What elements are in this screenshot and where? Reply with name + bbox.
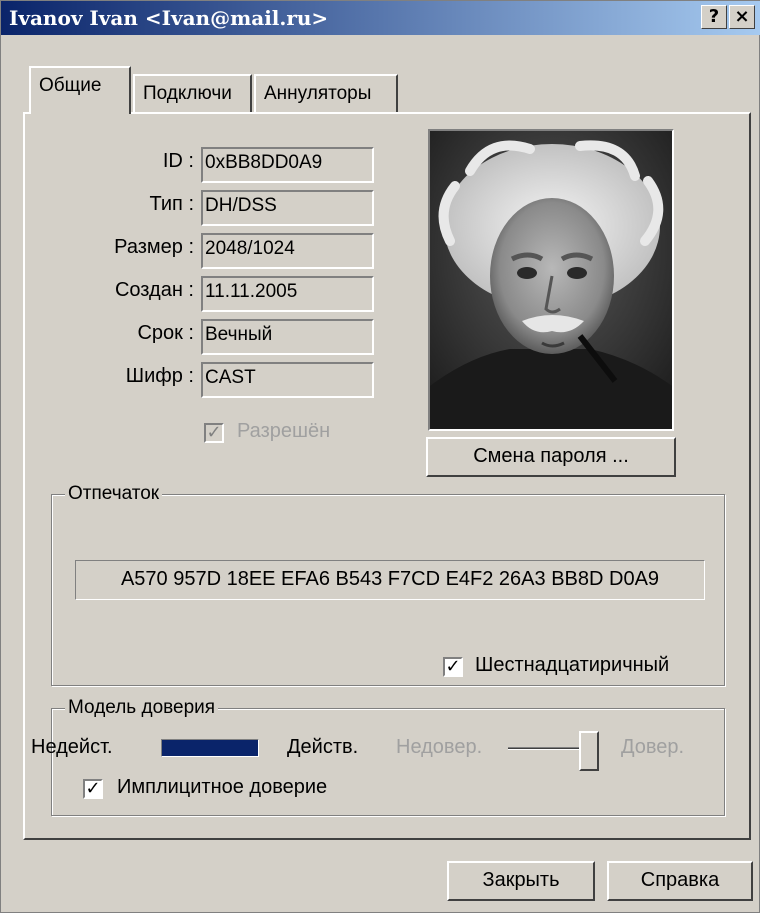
tab-general[interactable]: Общие <box>29 66 131 114</box>
type-label: Тип : <box>149 193 194 215</box>
enabled-checkbox[interactable]: ✓ <box>204 423 224 443</box>
tab-revokers[interactable]: Аннуляторы <box>254 74 398 112</box>
id-field: 0xBB8DD0A9 <box>201 147 374 183</box>
tab-subkeys[interactable]: Подключи <box>133 74 252 112</box>
close-title-button[interactable]: × <box>729 5 755 29</box>
tab-label: Аннуляторы <box>264 83 372 104</box>
id-label: ID : <box>162 150 194 172</box>
help-title-button[interactable]: ? <box>701 5 727 29</box>
implicit-trust-label: Имплицитное доверие <box>117 776 328 798</box>
fingerprint-field: A570 957D 18EE EFA6 B543 F7CD E4F2 26A3 … <box>75 560 705 600</box>
key-photo[interactable] <box>428 129 674 431</box>
enabled-label: Разрешён <box>237 420 331 442</box>
trust-group <box>51 708 725 816</box>
validity-bar-fill <box>162 740 258 756</box>
close-button[interactable]: Закрыть <box>447 861 595 901</box>
trust-slider-thumb[interactable] <box>579 731 599 771</box>
help-button[interactable]: Справка <box>607 861 753 901</box>
created-label: Создан : <box>114 279 194 301</box>
trusted-label: Довер. <box>621 736 685 758</box>
tab-label: Общие <box>39 75 102 96</box>
key-properties-dialog: Ivanov Ivan <Ivan@mail.ru> ? × Общие Под… <box>0 0 760 913</box>
hex-label: Шестнадцатиричный <box>475 654 670 676</box>
title-bar[interactable]: Ivanov Ivan <Ivan@mail.ru> ? × <box>1 1 760 35</box>
trust-group-label: Модель доверия <box>65 697 219 719</box>
tab-label: Подключи <box>143 83 232 104</box>
type-field: DH/DSS <box>201 190 374 226</box>
hex-checkbox[interactable]: ✓ <box>443 657 463 677</box>
cipher-label: Шифр : <box>125 365 194 387</box>
window-title: Ivanov Ivan <Ivan@mail.ru> <box>9 6 329 30</box>
untrusted-label: Недовер. <box>396 736 483 758</box>
invalid-label: Недейст. <box>31 736 113 758</box>
created-field: 11.11.2005 <box>201 276 374 312</box>
fingerprint-group-label: Отпечаток <box>65 483 163 505</box>
portrait-image <box>430 131 672 429</box>
expires-field: Вечный <box>201 319 374 355</box>
size-label: Размер : <box>114 236 194 258</box>
size-field: 2048/1024 <box>201 233 374 269</box>
expires-label: Срок : <box>137 322 194 344</box>
implicit-trust-checkbox[interactable]: ✓ <box>83 779 103 799</box>
valid-label: Действ. <box>287 736 359 758</box>
change-password-button[interactable]: Смена пароля ... <box>426 437 676 477</box>
validity-bar <box>161 739 259 757</box>
cipher-field: CAST <box>201 362 374 398</box>
